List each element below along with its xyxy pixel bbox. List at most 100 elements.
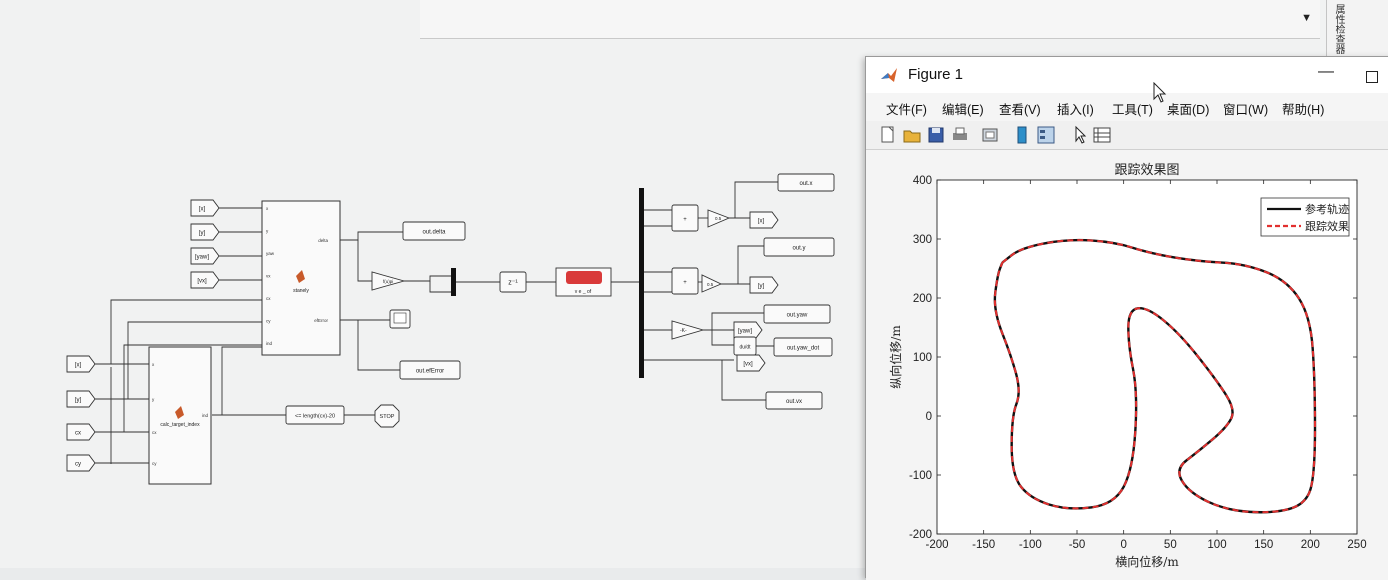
figure-title-bar[interactable]: Figure 1 — bbox=[866, 57, 1388, 93]
x-tick-label: -50 bbox=[1069, 539, 1086, 551]
pointer-icon[interactable] bbox=[1070, 125, 1090, 145]
y-tick-label: -200 bbox=[909, 529, 932, 541]
chevron-down-icon[interactable]: ▼ bbox=[1301, 12, 1312, 24]
minimize-button[interactable]: — bbox=[1318, 63, 1334, 81]
to-workspace-yaw-dot-label: out.yaw_dot bbox=[787, 346, 820, 352]
plot-area[interactable]: 跟踪效果图 横向位移/m 纵向位移/m -200 -150 -100 -50 0 50 100 15… bbox=[866, 150, 1388, 580]
gain-yaw-label: -K- bbox=[680, 328, 687, 334]
figure-title: Figure 1 bbox=[908, 66, 964, 83]
calc-port-in: cy bbox=[152, 461, 157, 466]
menu-desktop[interactable]: 桌面(D) bbox=[1167, 99, 1209, 118]
stanley-port-out: efError bbox=[314, 318, 328, 323]
legend-entry: 跟踪效果 bbox=[1305, 219, 1349, 233]
menu-edit[interactable]: 编辑(E) bbox=[942, 99, 984, 118]
link-plot-icon[interactable] bbox=[980, 125, 1000, 145]
from-tag-bottom-label: [x] bbox=[75, 363, 82, 369]
car-icon bbox=[566, 271, 602, 284]
figure-toolbar bbox=[866, 121, 1388, 150]
figure-window[interactable]: Figure 1 — 文件(F) 编辑(E) 查看(V) 插入(I) 工具(T)… bbox=[865, 56, 1388, 580]
to-workspace-vx-label: out.vx bbox=[786, 399, 802, 405]
to-workspace-y-label: out.y bbox=[792, 246, 805, 252]
compare-block-label: <= length(cx)-20 bbox=[295, 414, 335, 420]
fcn-gain-label: f(u)pi bbox=[383, 279, 393, 284]
x-axis-label: 横向位移/m bbox=[1115, 554, 1179, 569]
simulink-diagram[interactable]: [x][y][yaw][vx]xyyawvxcxcyinddeltaefErro… bbox=[0, 0, 870, 568]
from-tag-top-label: [vx] bbox=[197, 279, 207, 285]
to-workspace-eferror-label: out.efError bbox=[416, 369, 444, 375]
sum-sign: + bbox=[683, 280, 687, 286]
model-browser-strip: ▼ bbox=[420, 0, 1320, 39]
tracking-chart[interactable]: 跟踪效果图横向位移/m 纵向位移/m -200 -150 -100 -50 0 50 100 15… bbox=[866, 150, 1388, 580]
signal-line[interactable] bbox=[357, 240, 372, 282]
open-folder-icon[interactable] bbox=[902, 125, 922, 145]
derivative-block-label: du/dt bbox=[739, 345, 751, 351]
chart-title: 跟踪效果图 bbox=[1114, 163, 1179, 178]
y-tick-label: 0 bbox=[926, 411, 932, 423]
sum-sign: + bbox=[683, 217, 687, 223]
signal-line[interactable] bbox=[340, 231, 403, 241]
matlab-logo-icon bbox=[881, 68, 897, 82]
from-tag-top-label: [yaw] bbox=[195, 255, 209, 261]
stanley-port-in: vx bbox=[266, 274, 271, 279]
x-tick-label: 200 bbox=[1301, 539, 1320, 551]
goto-tag-y-label: [y] bbox=[758, 284, 765, 290]
y-tick-label: 400 bbox=[913, 175, 932, 187]
y-axis-label: 纵向位移/m bbox=[888, 325, 903, 389]
legend-icon[interactable] bbox=[1036, 125, 1056, 145]
stanley-port-out: delta bbox=[318, 238, 328, 243]
y-tick-label: 200 bbox=[913, 293, 932, 305]
signal-line[interactable] bbox=[212, 346, 262, 416]
goto-tag-x-label: [x] bbox=[758, 219, 765, 225]
mux-block[interactable] bbox=[451, 268, 456, 296]
colorbar-icon[interactable] bbox=[1012, 125, 1032, 145]
stanley-port-in: cy bbox=[266, 319, 271, 324]
stanley-port-in: cx bbox=[266, 296, 271, 301]
signal-line[interactable] bbox=[404, 275, 452, 282]
menu-insert[interactable]: 插入(I) bbox=[1057, 99, 1094, 118]
maximize-button[interactable] bbox=[1366, 71, 1378, 83]
stanley-port-in: ind bbox=[266, 341, 273, 346]
vehicle-label: v e _ of bbox=[575, 289, 592, 295]
menu-tools[interactable]: 工具(T) bbox=[1112, 99, 1153, 118]
y-tick-label: -100 bbox=[909, 470, 932, 482]
legend-entry: 参考轨迹 bbox=[1305, 202, 1349, 216]
signal-line[interactable] bbox=[429, 281, 452, 293]
menu-help[interactable]: 帮助(H) bbox=[1282, 99, 1324, 118]
x-tick-label: -100 bbox=[1019, 539, 1042, 551]
from-tag-top-label: [y] bbox=[199, 231, 206, 237]
menu-window[interactable]: 窗口(W) bbox=[1223, 99, 1268, 118]
x-tick-label: 0 bbox=[1120, 539, 1126, 551]
gain-y-label: 0.5 bbox=[707, 282, 714, 287]
stanley-name: stanely bbox=[293, 288, 309, 294]
from-tag-top-label: [x] bbox=[199, 207, 206, 213]
from-tag-bottom[interactable] bbox=[66, 423, 96, 441]
goto-tag-vx-label: [vx] bbox=[743, 362, 753, 368]
y-tick-label: 300 bbox=[913, 234, 932, 246]
data-cursor-icon[interactable] bbox=[1092, 125, 1112, 145]
gain-block-yaw[interactable] bbox=[671, 320, 705, 340]
calc-port-out: ind bbox=[202, 413, 209, 418]
from-tag-bottom-label: [y] bbox=[75, 398, 82, 404]
print-icon[interactable] bbox=[950, 125, 970, 145]
demux-block[interactable] bbox=[639, 188, 644, 378]
goto-tag-yaw-label: [yaw] bbox=[738, 329, 752, 335]
calc-name: calc_target_index bbox=[160, 422, 200, 428]
x-tick-label: -150 bbox=[972, 539, 995, 551]
y-tick-label: 100 bbox=[913, 352, 932, 364]
new-file-icon[interactable] bbox=[878, 125, 898, 145]
property-inspector-label[interactable]: 属性检查器 bbox=[1330, 4, 1344, 54]
to-workspace-delta-label: out.delta bbox=[422, 230, 446, 236]
mouse-cursor-icon bbox=[1153, 82, 1167, 103]
x-tick-label: 100 bbox=[1207, 539, 1226, 551]
from-tag-bottom[interactable] bbox=[66, 454, 96, 472]
to-workspace-yaw-label: out.yaw bbox=[787, 313, 808, 319]
menu-file[interactable]: 文件(F) bbox=[886, 99, 927, 118]
stop-label: STOP bbox=[380, 414, 395, 420]
scope-screen-icon bbox=[393, 312, 407, 324]
save-icon[interactable] bbox=[926, 125, 946, 145]
menu-view[interactable]: 查看(V) bbox=[999, 99, 1041, 118]
from-tag-bottom-label: cx bbox=[75, 431, 81, 437]
signal-line[interactable] bbox=[711, 330, 734, 346]
calc-port-in: cx bbox=[152, 430, 157, 435]
gain-x-label: 0.5 bbox=[715, 216, 722, 221]
